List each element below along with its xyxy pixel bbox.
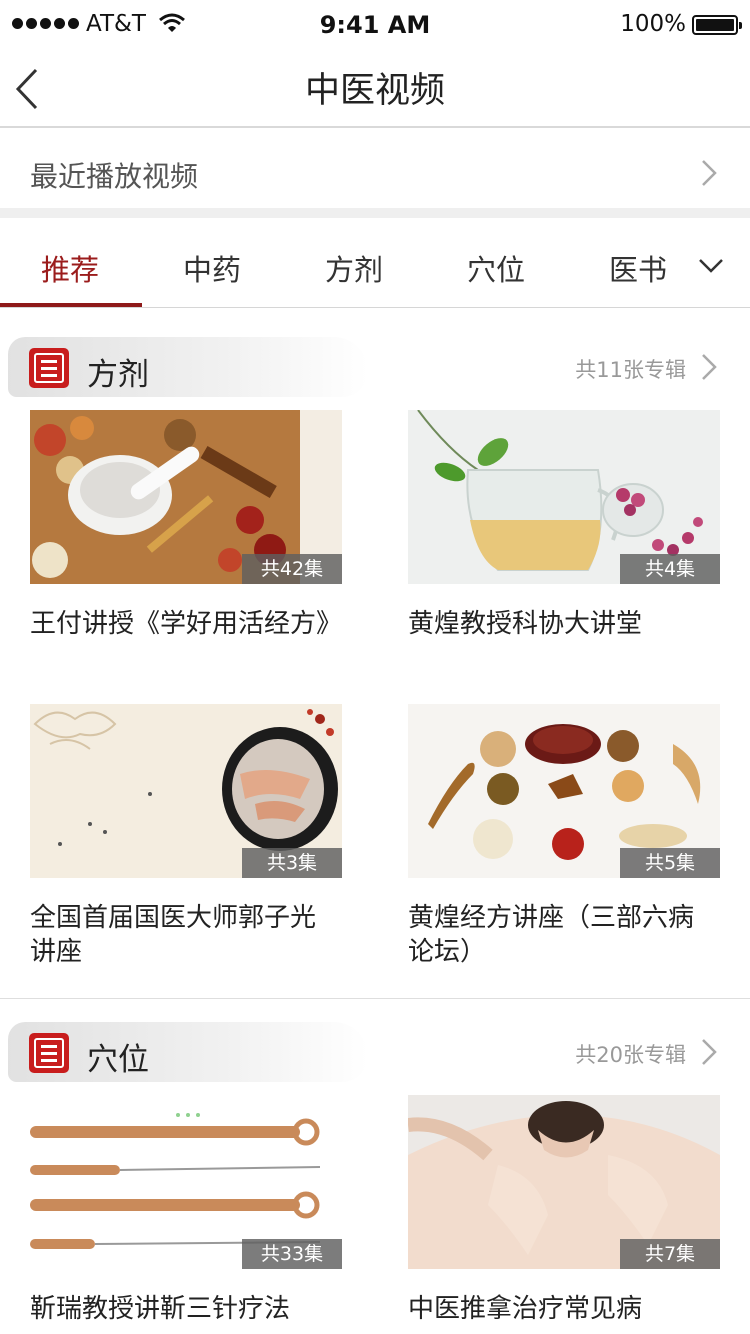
video-album-card[interactable]: 共5集 黄煌经方讲座（三部六病论坛）: [408, 704, 720, 967]
battery-icon: [692, 15, 742, 35]
tab-indicator: [0, 303, 142, 307]
episode-count-badge: 共42集: [242, 554, 342, 584]
album-thumbnail: 共5集: [408, 704, 720, 878]
album-title: 靳瑞教授讲靳三针疗法: [30, 1294, 291, 1324]
album-title: 中医推拿治疗常见病: [408, 1294, 643, 1324]
recent-videos-row[interactable]: 最近播放视频: [0, 130, 750, 218]
album-title: 黄煌教授科协大讲堂: [408, 609, 643, 639]
episode-count-badge: 共33集: [242, 1239, 342, 1269]
chevron-right-icon: [700, 1037, 718, 1071]
navigation-bar: 中医视频: [0, 50, 750, 128]
album-title: 黄煌经方讲座（三部六病论坛）: [408, 903, 695, 967]
section-header-formulas[interactable]: 方剂 共11张专辑: [0, 337, 750, 397]
episode-count-badge: 共3集: [242, 848, 342, 878]
video-album-card[interactable]: 共3集 全国首届国医大师郭子光讲座: [30, 704, 342, 967]
page-title: 中医视频: [304, 71, 445, 111]
section-title: 穴位: [87, 1042, 149, 1078]
video-album-card[interactable]: 共33集 靳瑞教授讲靳三针疗法: [30, 1095, 342, 1324]
seal-icon: [29, 348, 69, 388]
album-title: 王付讲授《学好用活经方》: [30, 609, 343, 639]
episode-count-badge: 共5集: [620, 848, 720, 878]
album-thumbnail: 共3集: [30, 704, 342, 878]
section-header-acupoints[interactable]: 穴位 共20张专辑: [0, 1022, 750, 1082]
tab-formulas[interactable]: 方剂: [325, 247, 383, 289]
section-title: 方剂: [87, 357, 149, 393]
seal-icon: [29, 1033, 69, 1073]
tab-books[interactable]: 医书: [609, 247, 667, 289]
album-title: 全国首届国医大师郭子光讲座: [30, 903, 317, 967]
tab-recommend[interactable]: 推荐: [41, 247, 99, 289]
album-count: 共20张专辑: [575, 1043, 686, 1067]
album-thumbnail: 共7集: [408, 1095, 720, 1269]
video-album-card[interactable]: 共7集 中医推拿治疗常见病: [408, 1095, 720, 1324]
section-divider: [0, 998, 750, 999]
chevron-right-icon: [700, 158, 718, 192]
album-thumbnail: 共33集: [30, 1095, 342, 1269]
album-thumbnail: 共42集: [30, 410, 342, 584]
video-album-card[interactable]: 共42集 王付讲授《学好用活经方》: [30, 410, 342, 639]
episode-count-badge: 共7集: [620, 1239, 720, 1269]
chevron-right-icon: [700, 352, 718, 386]
album-count: 共11张专辑: [575, 358, 686, 382]
tab-acupoints[interactable]: 穴位: [467, 247, 525, 289]
tab-herbs[interactable]: 中药: [183, 247, 241, 289]
status-bar: AT&T 9:41 AM 100%: [0, 0, 750, 50]
chevron-down-icon[interactable]: [698, 258, 724, 278]
album-thumbnail: 共4集: [408, 410, 720, 584]
episode-count-badge: 共4集: [620, 554, 720, 584]
recent-videos-label: 最近播放视频: [30, 160, 199, 193]
video-album-card[interactable]: 共4集 黄煌教授科协大讲堂: [408, 410, 720, 639]
category-tabs: 推荐 中药 方剂 穴位 医书: [0, 228, 750, 308]
battery-percent: 100%: [620, 11, 686, 37]
